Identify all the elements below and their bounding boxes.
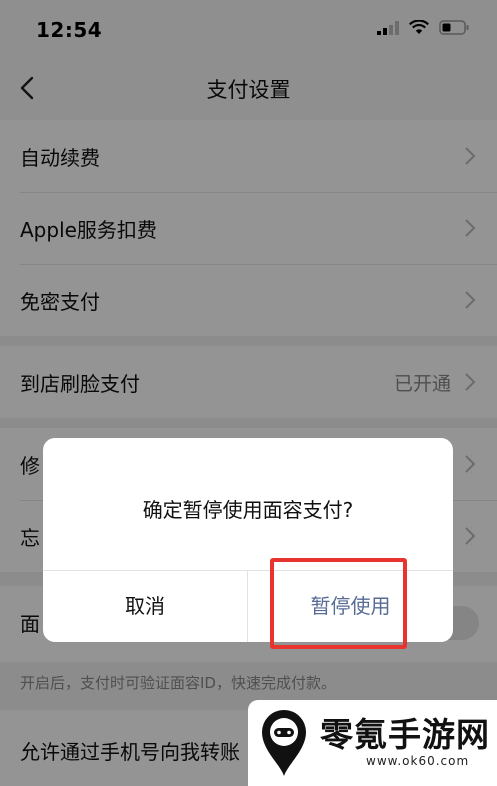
- watermark: 零氪手游网 www.ok60.com: [248, 700, 497, 786]
- dialog-message: 确定暂停使用面容支付?: [142, 498, 354, 522]
- modal-overlay[interactable]: [0, 0, 497, 786]
- cancel-button[interactable]: 取消: [43, 571, 247, 642]
- watermark-name: 零氪手游网: [320, 715, 490, 754]
- location-pin-logo-icon: [262, 710, 306, 776]
- watermark-url: www.ok60.com: [366, 754, 470, 768]
- highlight-annotation: [270, 558, 407, 649]
